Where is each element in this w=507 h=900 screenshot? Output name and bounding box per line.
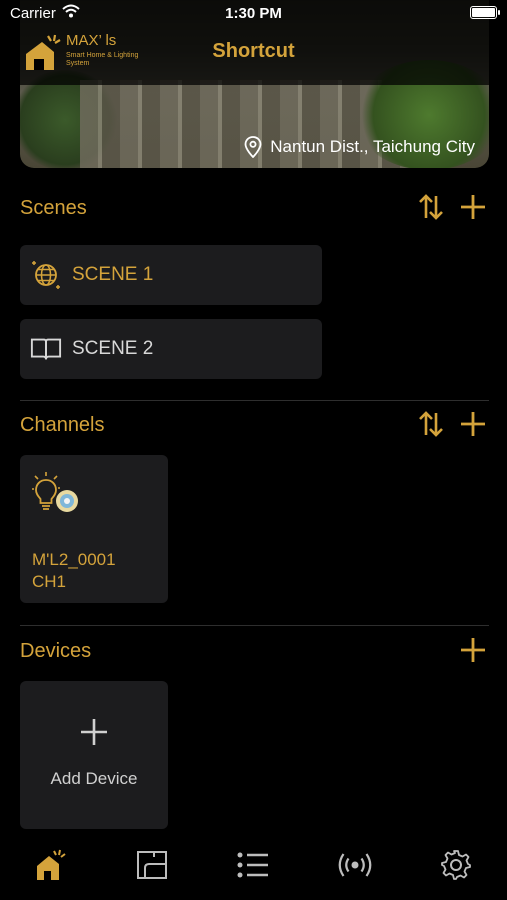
tab-broadcast[interactable]	[325, 843, 385, 887]
reorder-scenes-button[interactable]	[417, 193, 445, 221]
open-book-icon	[30, 333, 62, 365]
app-header: MAX’ ls Smart Home & Lighting System Sho…	[0, 28, 507, 78]
add-device-header-button[interactable]	[459, 636, 487, 664]
plus-icon	[461, 195, 485, 219]
broadcast-icon	[338, 853, 372, 877]
add-device-label: Add Device	[50, 769, 138, 788]
channels-section-header: Channels	[20, 410, 487, 440]
sort-arrows-icon	[419, 411, 443, 437]
devices-section-header: Devices	[20, 636, 487, 666]
disco-ball-icon	[30, 259, 62, 291]
scene-label: SCENE 1	[72, 264, 154, 285]
tab-bar	[0, 838, 507, 900]
devices-section-title: Devices	[20, 640, 92, 662]
floor-plan-icon	[137, 851, 168, 879]
plus-icon	[20, 717, 168, 747]
location-pin-icon	[244, 136, 262, 158]
section-divider	[20, 625, 489, 626]
tab-settings[interactable]	[426, 843, 486, 887]
add-channel-button[interactable]	[459, 410, 487, 438]
add-device-button[interactable]: Add Device	[20, 681, 168, 829]
location-text: Nantun Dist., Taichung City	[270, 137, 475, 156]
page-title: Shortcut	[212, 40, 295, 62]
list-icon	[237, 852, 269, 878]
channel-tile[interactable]: M'L2_0001 CH1	[20, 455, 168, 603]
status-bar: Carrier 1:30 PM	[0, 0, 507, 28]
scenes-section-title: Scenes	[20, 197, 87, 219]
scene-card-1[interactable]: SCENE 1	[20, 245, 322, 305]
plus-icon	[461, 412, 485, 436]
tab-shortcut[interactable]	[21, 843, 81, 887]
bulb-icon	[32, 471, 82, 520]
channels-section-title: Channels	[20, 414, 105, 436]
gear-icon	[441, 850, 472, 880]
tab-list[interactable]	[223, 843, 283, 887]
home-shortcut-icon	[36, 849, 66, 880]
reorder-channels-button[interactable]	[417, 410, 445, 438]
clock: 1:30 PM	[225, 5, 282, 22]
scene-label: SCENE 2	[72, 338, 154, 359]
sort-arrows-icon	[419, 194, 443, 220]
plus-icon	[461, 638, 485, 662]
location-label: Nantun Dist., Taichung City	[244, 136, 475, 158]
scenes-section-header: Scenes	[20, 193, 487, 223]
scene-card-2[interactable]: SCENE 2	[20, 319, 322, 379]
battery-icon	[470, 6, 500, 19]
add-scene-button[interactable]	[459, 193, 487, 221]
channel-name: M'L2_0001 CH1	[32, 550, 116, 591]
tab-floor-plan[interactable]	[122, 843, 182, 887]
section-divider	[20, 400, 489, 401]
